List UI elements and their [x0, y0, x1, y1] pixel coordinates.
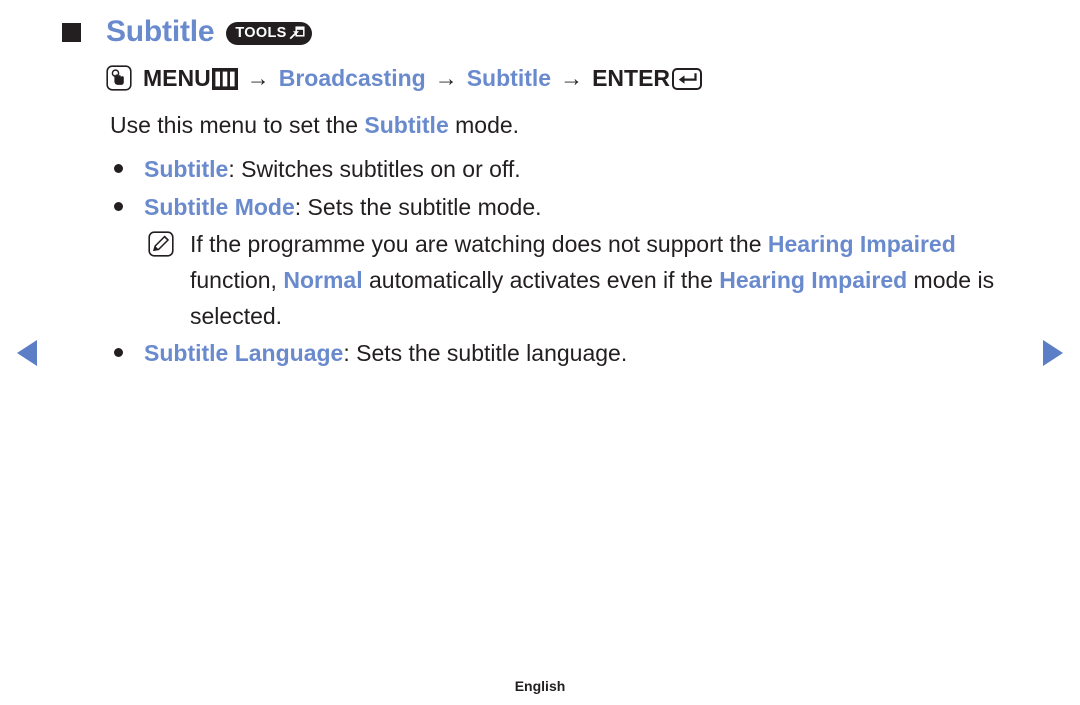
list-item-description: : Sets the subtitle mode. [294, 194, 542, 220]
list-item-text: Subtitle Mode: Sets the subtitle mode. [144, 188, 542, 226]
press-button-hand-icon [106, 65, 132, 91]
bullet-list: Subtitle: Switches subtitles on or off. … [110, 150, 1010, 226]
round-bullet-icon [114, 202, 123, 211]
path-step-broadcasting: Broadcasting [278, 64, 426, 91]
list-item: Subtitle Language: Sets the subtitle lan… [110, 334, 1010, 372]
note-seg-2: function, [190, 267, 284, 293]
list-item-term: Subtitle Mode [144, 194, 295, 220]
intro-after: mode. [448, 112, 520, 138]
round-bullet-icon [114, 348, 123, 357]
intro-highlight: Subtitle [364, 112, 449, 138]
list-item-term: Subtitle Language [144, 340, 344, 366]
menu-label: MENU [143, 64, 211, 91]
path-arrow-3: → [560, 64, 584, 91]
intro-sentence: Use this menu to set the Subtitle mode. [110, 110, 519, 141]
note-seg-5: Hearing Impaired [719, 267, 908, 293]
enter-label: ENTER [592, 64, 671, 91]
note-seg-3: Normal [283, 267, 363, 293]
tools-badge[interactable]: TOOLS [226, 21, 312, 45]
tools-badge-label: TOOLS [235, 25, 287, 41]
list-item-description: : Switches subtitles on or off. [228, 156, 521, 182]
note-pencil-icon [148, 231, 174, 262]
enter-return-icon [672, 68, 703, 90]
list-item: Subtitle: Switches subtitles on or off. [110, 150, 1010, 188]
note-text: If the programme you are watching does n… [190, 226, 1028, 334]
next-page-arrow-icon[interactable] [1043, 340, 1063, 366]
page-title: Subtitle [106, 15, 215, 48]
list-item-term: Subtitle [144, 156, 229, 182]
menu-path-breadcrumb: MENU → Broadcasting → Subtitle → ENTER [106, 61, 703, 95]
menu-bars-icon [211, 68, 238, 90]
footer-language: English [514, 678, 566, 694]
bullet-list-after-note: Subtitle Language: Sets the subtitle lan… [110, 334, 1010, 372]
page-root: Subtitle TOOLS MENU → Broadcasting → Sub… [0, 0, 1080, 705]
page-heading: Subtitle TOOLS [62, 14, 312, 50]
list-item-description: : Sets the subtitle language. [343, 340, 628, 366]
list-item: Subtitle Mode: Sets the subtitle mode. [110, 188, 1010, 226]
note-block: If the programme you are watching does n… [148, 226, 1028, 334]
intro-before: Use this menu to set the [110, 112, 365, 138]
round-bullet-icon [114, 164, 123, 173]
square-bullet-icon [62, 22, 81, 42]
tools-shortcut-icon [289, 25, 305, 41]
note-seg-0: If the programme you are watching does n… [190, 231, 768, 257]
path-arrow-1: → [246, 64, 270, 91]
note-seg-4: automatically activates even if the [362, 267, 720, 293]
list-item-text: Subtitle: Switches subtitles on or off. [144, 150, 521, 188]
previous-page-arrow-icon[interactable] [17, 340, 37, 366]
path-step-subtitle: Subtitle [466, 64, 552, 91]
note-seg-1: Hearing Impaired [767, 231, 956, 257]
list-item-text: Subtitle Language: Sets the subtitle lan… [144, 334, 627, 372]
path-arrow-2: → [434, 64, 458, 91]
